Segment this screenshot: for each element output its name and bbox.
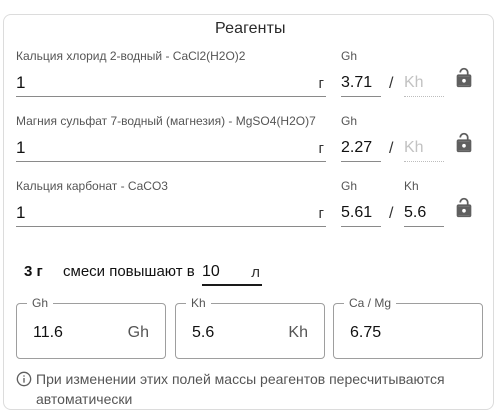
output-unit: Kh	[288, 324, 308, 341]
mix-text: смеси повышают в	[63, 263, 195, 280]
gh-label: Gh	[341, 49, 358, 63]
kh-placeholder: Kh	[404, 139, 424, 156]
output-value: 11.6	[33, 324, 63, 341]
gh-value: 5.61	[341, 204, 373, 221]
mass-unit: г	[318, 75, 324, 92]
gh-value: 3.71	[341, 74, 373, 91]
reagent-row: Кальция карбонат - CaCO3 Gh Kh 1 г 5.6 1 …	[0, 179, 497, 239]
mass-input[interactable]: 1 г	[16, 69, 326, 97]
output-label: Gh	[27, 296, 54, 310]
kh-label: Kh	[404, 179, 419, 193]
info-icon	[16, 371, 32, 387]
gh-input[interactable]: 5.61	[341, 199, 381, 227]
output-value: 6.75	[350, 324, 382, 341]
output-label: Kh	[186, 296, 211, 310]
mass-value: 1	[16, 203, 26, 222]
kh-output-field[interactable]: Kh 5.6 Kh	[175, 296, 325, 359]
mix-amount: 3 г	[24, 263, 43, 280]
info-text: При изменении этих полей массы реагентов…	[36, 371, 445, 407]
unlock-icon[interactable]	[453, 197, 475, 219]
volume-input[interactable]: 10 л	[202, 258, 262, 286]
output-value: 5.6	[192, 324, 215, 341]
kh-placeholder: Kh	[404, 74, 424, 91]
ca-mg-output-field[interactable]: Ca / Mg 6.75	[333, 296, 483, 359]
output-label: Ca / Mg	[344, 296, 397, 310]
mass-value: 1	[16, 138, 26, 157]
mass-input[interactable]: 1 г	[16, 134, 326, 162]
separator-slash: /	[389, 140, 394, 157]
unlock-icon[interactable]	[453, 132, 475, 154]
gh-input[interactable]: 3.71	[341, 69, 381, 97]
separator-slash: /	[389, 205, 394, 222]
reagent-name: Магния сульфат 7-водный (магнезия) - MgS…	[16, 114, 316, 128]
mass-unit: г	[318, 140, 324, 157]
volume-value: 10	[202, 263, 220, 280]
gh-value: 2.27	[341, 139, 373, 156]
separator-slash: /	[389, 75, 394, 92]
gh-input[interactable]: 2.27	[341, 134, 381, 162]
reagent-row: Кальция хлорид 2-водный - CaCl2(H2O)2 Gh…	[0, 49, 497, 109]
gh-label: Gh	[341, 179, 358, 193]
mass-input[interactable]: 1 г	[16, 199, 326, 227]
unlock-icon[interactable]	[453, 67, 475, 89]
reagent-name: Кальция карбонат - CaCO3	[16, 179, 168, 193]
panel-title: Реагенты	[206, 20, 295, 40]
kh-input[interactable]: Kh	[404, 69, 444, 97]
gh-output-field[interactable]: Gh 11.6 Gh	[16, 296, 166, 359]
output-unit: Gh	[127, 324, 149, 341]
mass-unit: г	[318, 205, 324, 222]
kh-input[interactable]: Kh	[404, 134, 444, 162]
kh-value: 5.6	[404, 204, 427, 221]
reagent-name: Кальция хлорид 2-водный - CaCl2(H2O)2	[16, 49, 246, 63]
gh-label: Gh	[341, 114, 358, 128]
volume-unit: л	[251, 264, 260, 281]
reagent-row: Магния сульфат 7-водный (магнезия) - MgS…	[0, 114, 497, 174]
mix-row: 3 г смеси повышают в 10 л	[24, 258, 284, 288]
kh-input[interactable]: 5.6	[404, 199, 444, 227]
mass-value: 1	[16, 73, 26, 92]
